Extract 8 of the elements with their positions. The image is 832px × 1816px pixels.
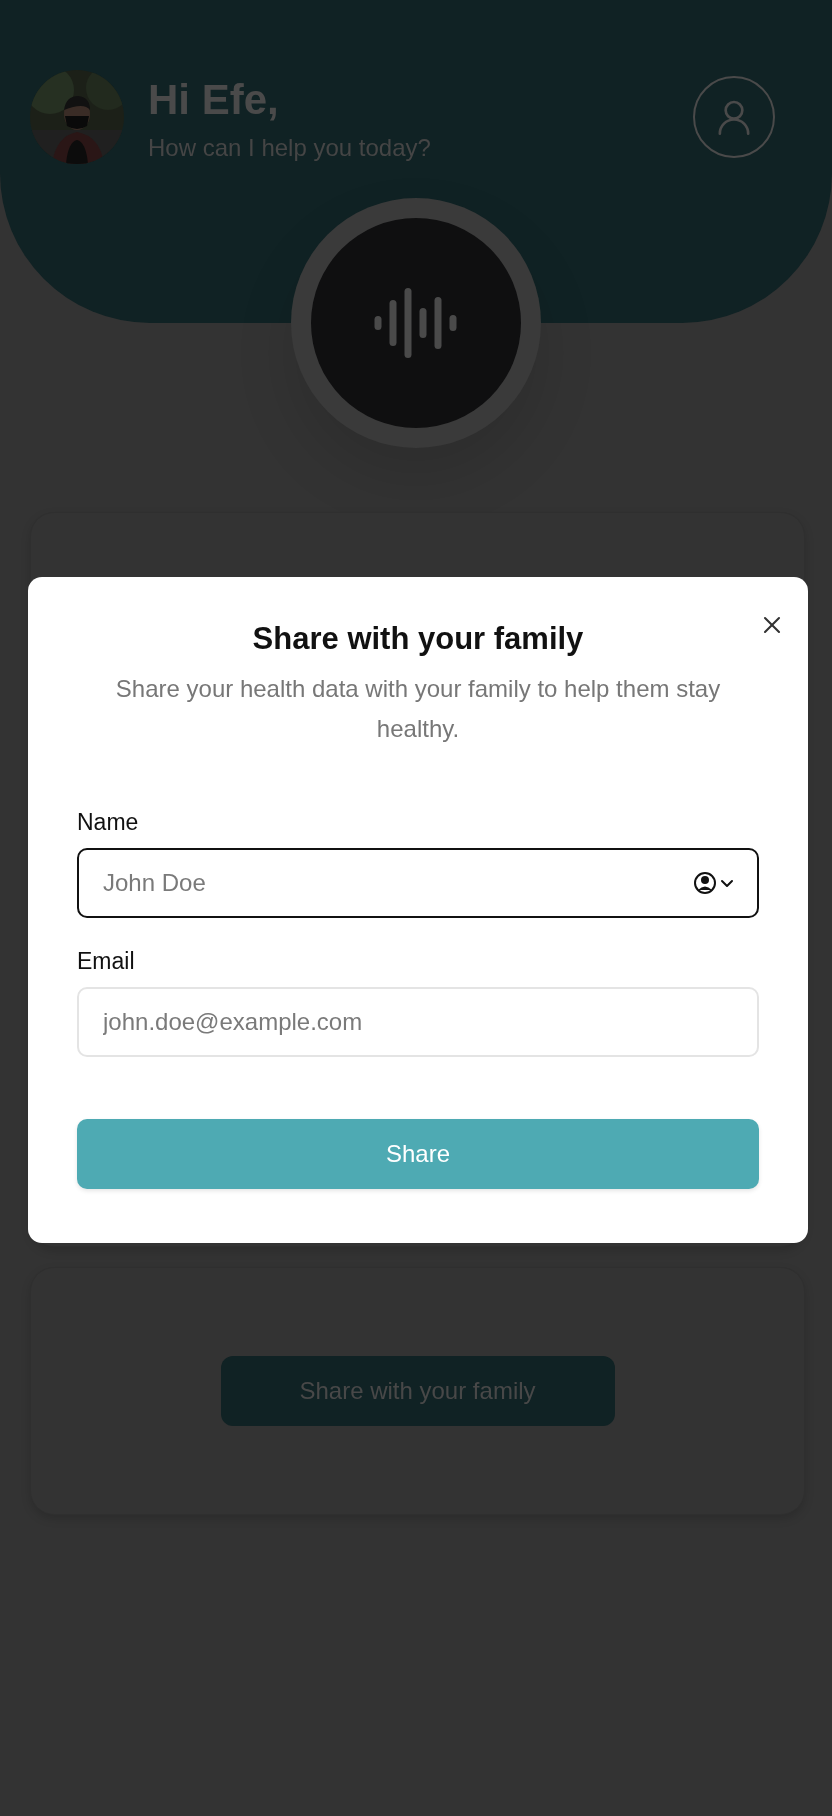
field-label: Name: [77, 809, 139, 836]
input-field[interactable]: John Doe: [77, 848, 759, 918]
dialog-title: Share with your family: [252, 621, 584, 657]
share-family-button[interactable]: Share with your family: [220, 1356, 615, 1426]
share-button[interactable]: Share: [77, 1119, 759, 1189]
field-label: Email: [77, 948, 135, 975]
greeting-title: Hi Efe,: [148, 76, 280, 124]
dialog-description: Share your health data with your family to help them stay healthy.: [114, 674, 722, 744]
